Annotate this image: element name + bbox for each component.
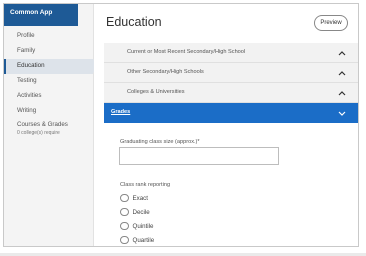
sidebar-item-courses-grades[interactable]: Courses & Grades 0 college(s) require xyxy=(4,119,93,141)
section-label[interactable]: Grades xyxy=(111,109,130,115)
section-label: Colleges & Universities xyxy=(127,89,185,95)
radio-option-decile[interactable]: Decile xyxy=(120,206,150,218)
chevron-up-icon[interactable] xyxy=(336,67,348,79)
radio-button[interactable] xyxy=(120,207,129,217)
class-rank-label: Class rank reporting xyxy=(120,182,171,188)
sidebar: Common App Profile Family Education Test… xyxy=(4,4,100,246)
brand-logo: Common App xyxy=(4,4,78,26)
sidebar-item-activities[interactable]: Activities xyxy=(4,89,93,104)
chevron-up-icon[interactable] xyxy=(336,47,348,59)
sidebar-item-family[interactable]: Family xyxy=(4,44,93,59)
chevron-up-icon[interactable] xyxy=(336,87,348,99)
chevron-down-icon[interactable] xyxy=(336,107,348,119)
sidebar-item-testing[interactable]: Testing xyxy=(4,74,93,89)
preview-button[interactable]: Preview xyxy=(314,15,348,31)
section-current-school[interactable]: Current or Most Recent Secondary/High Sc… xyxy=(104,43,358,63)
section-label: Other Secondary/High Schools xyxy=(127,69,204,75)
main-content: Education Preview Current or Most Recent… xyxy=(94,4,358,246)
radio-label: Quintile xyxy=(132,222,154,230)
radio-option-quartile[interactable]: Quartile xyxy=(120,234,154,246)
page-title: Education xyxy=(106,15,162,29)
radio-label: Quartile xyxy=(132,236,155,244)
radio-button[interactable] xyxy=(120,193,129,203)
sidebar-item-label: Courses & Grades xyxy=(17,121,68,128)
sidebar-item-writing[interactable]: Writing xyxy=(4,104,93,119)
radio-option-exact[interactable]: Exact xyxy=(120,192,148,204)
sidebar-item-sublabel: 0 college(s) require xyxy=(17,130,60,136)
class-size-input[interactable] xyxy=(119,147,279,165)
section-accordion: Current or Most Recent Secondary/High Sc… xyxy=(104,43,358,123)
section-label: Current or Most Recent Secondary/High Sc… xyxy=(127,49,246,55)
section-other-schools[interactable]: Other Secondary/High Schools xyxy=(104,63,358,83)
section-grades[interactable]: Grades xyxy=(104,103,358,123)
radio-option-quintile[interactable]: Quintile xyxy=(120,220,153,232)
class-size-label: Graduating class size (approx.)* xyxy=(120,139,200,145)
sidebar-nav: Profile Family Education Testing Activit… xyxy=(4,29,100,141)
section-colleges[interactable]: Colleges & Universities xyxy=(104,83,358,103)
radio-button[interactable] xyxy=(120,221,129,231)
app-frame: Common App Profile Family Education Test… xyxy=(3,3,359,247)
sidebar-item-education[interactable]: Education xyxy=(4,59,100,74)
sidebar-item-profile[interactable]: Profile xyxy=(4,29,93,44)
radio-label: Decile xyxy=(132,208,150,216)
grades-form: Graduating class size (approx.)* Class r… xyxy=(104,125,358,246)
radio-label: Exact xyxy=(132,194,148,202)
radio-button[interactable] xyxy=(120,235,129,245)
